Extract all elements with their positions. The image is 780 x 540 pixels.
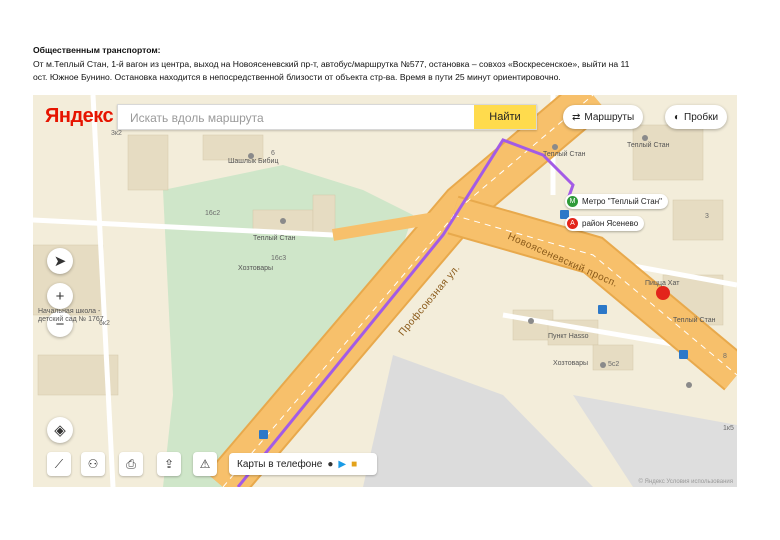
play-store-icon: ▶ — [338, 458, 347, 470]
share-button[interactable]: ⇪ — [157, 452, 181, 476]
zoom-in-button[interactable]: + — [47, 283, 73, 309]
routes-icon: ⇄ — [572, 111, 581, 123]
map-label: Теплый Стан — [673, 317, 716, 324]
map-label: 6к2 — [99, 320, 110, 327]
ruler-button[interactable]: ⟋ — [47, 452, 71, 476]
location-arrow-icon: ➤ — [53, 253, 67, 270]
map-label: 3 — [705, 213, 709, 220]
map-label: Хозтовары — [238, 265, 274, 272]
metro-label[interactable]: M Метро "Теплый Стан" — [565, 194, 668, 209]
search-bar: Найти — [117, 104, 537, 130]
map-label: 8 — [723, 353, 727, 360]
traffic-button[interactable]: ◐ Пробки — [665, 105, 728, 129]
panorama-button[interactable]: ⚇ — [81, 452, 105, 476]
traffic-icon: ◐ — [674, 111, 681, 123]
map-copyright[interactable]: © Яндекс Условия использования — [638, 479, 733, 485]
destination-label[interactable]: A район Ясенево — [565, 216, 645, 231]
map-canvas — [33, 95, 737, 487]
search-input[interactable] — [128, 106, 462, 130]
map-label: 16с2 — [205, 210, 221, 217]
ruler-icon: ⟋ — [54, 456, 64, 471]
instructions-line-1: От м.Теплый Стан, 1-й вагон из центра, в… — [33, 58, 630, 69]
map-label: Теплый Стан — [253, 235, 296, 242]
routes-button[interactable]: ⇄ Маршруты — [563, 105, 644, 129]
instructions-line-2: ост. Южное Бунино. Остановка находится в… — [33, 72, 561, 82]
map-label: 3к2 — [111, 130, 122, 137]
map-label: 16с3 — [271, 255, 287, 262]
map-label: Теплый Стан — [627, 142, 670, 149]
report-error-button[interactable]: ⚠ — [193, 452, 217, 476]
printer-icon: ⎙ — [126, 456, 136, 471]
find-button[interactable]: Найти — [474, 105, 536, 129]
map-label: Пицца Хат — [645, 280, 680, 287]
instructions-title: Общественным транспортом: — [33, 45, 161, 55]
map-label: Пункт Hasso — [548, 333, 589, 340]
binoculars-icon: ⚇ — [87, 457, 99, 471]
yandex-logo: Яндекс — [45, 105, 114, 127]
apple-icon: ● — [327, 458, 334, 470]
print-button[interactable]: ⎙ — [119, 452, 143, 476]
layers-icon: ◈ — [54, 422, 66, 439]
map-label: 6 — [271, 150, 275, 157]
instructions-text: Общественным транспортом: От м.Теплый Ст… — [33, 44, 745, 85]
map-label: 1к5 — [723, 425, 734, 432]
locate-button[interactable]: ➤ — [47, 248, 73, 274]
metro-icon: M — [567, 196, 578, 207]
destination-pin-icon: A — [567, 218, 578, 229]
warning-icon: ⚠ — [199, 457, 211, 471]
map-label: Шашлык Бибиц — [228, 158, 279, 165]
windows-icon: ■ — [351, 458, 358, 470]
map-label: Хозтовары — [553, 360, 589, 367]
map-label: Теплый Стан — [543, 151, 586, 158]
map-label: 5с2 — [608, 361, 620, 368]
app-promo[interactable]: Карты в телефоне ● ▶ ■ — [229, 453, 377, 475]
layers-button[interactable]: ◈ — [47, 417, 73, 443]
map-view[interactable]: Яндекс Найти ⇄ Маршруты ◐ Пробки ➤ + − ◈… — [33, 95, 737, 487]
share-icon: ⇪ — [163, 457, 175, 471]
